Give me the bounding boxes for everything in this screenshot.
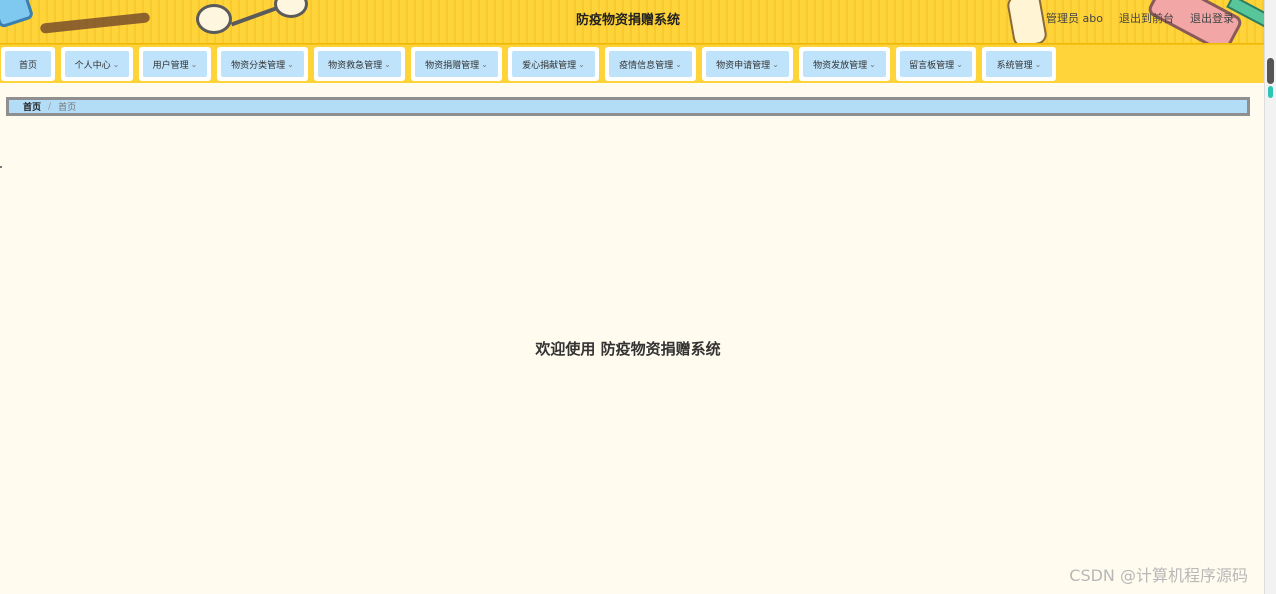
- nav-item-application-management[interactable]: 物资申请管理 ⌄: [702, 47, 793, 81]
- nav-label: 物资分类管理: [231, 60, 286, 71]
- nav-item-charity-management[interactable]: 爱心捐献管理 ⌄: [508, 47, 599, 81]
- nav-item-user-management[interactable]: 用户管理 ⌄: [139, 47, 211, 81]
- logout-link[interactable]: 退出登录: [1190, 10, 1234, 26]
- nav-label: 物资捐赠管理: [425, 60, 480, 71]
- nav-label: 系统管理: [996, 60, 1033, 71]
- vertical-scrollbar[interactable]: [1264, 0, 1276, 594]
- nav-item-epidemic-info-management[interactable]: 疫情信息管理 ⌄: [605, 47, 696, 81]
- nav-label: 首页: [18, 60, 37, 71]
- breadcrumb-separator: /: [48, 101, 52, 112]
- nav-label: 物资发放管理: [813, 60, 868, 71]
- chevron-down-icon: ⌄: [675, 59, 682, 69]
- watermark: CSDN @计算机程序源码: [1069, 566, 1248, 585]
- chevron-down-icon: ⌄: [287, 59, 294, 69]
- nav-item-donation-management[interactable]: 物资捐赠管理 ⌄: [411, 47, 502, 81]
- breadcrumb-current: 首页: [58, 103, 77, 113]
- nav-label: 物资救急管理: [328, 60, 383, 71]
- chevron-down-icon: ⌄: [578, 59, 585, 69]
- chevron-down-icon: ⌄: [1034, 59, 1042, 69]
- nav-item-distribution-management[interactable]: 物资发放管理 ⌄: [799, 47, 890, 81]
- chevron-down-icon: ⌄: [384, 59, 391, 69]
- welcome-message: 欢迎使用 防疫物资捐赠系统: [535, 340, 721, 358]
- nav-label: 爱心捐献管理: [522, 60, 577, 71]
- top-links: 管理员 abo 退出到前台 退出登录: [1046, 10, 1234, 26]
- page: 防疫物资捐赠系统 管理员 abo 退出到前台 退出登录 首页 个人中心 ⌄ 用户管…: [0, 0, 1264, 594]
- nav-label: 用户管理: [152, 60, 189, 71]
- nav-item-category-management[interactable]: 物资分类管理 ⌄: [217, 47, 308, 81]
- breadcrumb: 首页 / 首页: [6, 97, 1250, 116]
- breadcrumb-home[interactable]: 首页: [23, 100, 41, 113]
- nav-item-personal-center[interactable]: 个人中心 ⌄: [61, 47, 133, 81]
- nav-item-home[interactable]: 首页: [1, 47, 55, 81]
- chevron-down-icon: ⌄: [869, 59, 876, 69]
- scrollbar-thumb[interactable]: [1267, 58, 1274, 84]
- nav-item-emergency-management[interactable]: 物资救急管理 ⌄: [314, 47, 405, 81]
- nav-item-system-management[interactable]: 系统管理 ⌄: [982, 47, 1056, 81]
- nav-label: 个人中心: [74, 60, 111, 71]
- header: 防疫物资捐赠系统 管理员 abo 退出到前台 退出登录: [0, 0, 1264, 44]
- scrollbar-marker: [1268, 86, 1273, 98]
- nav-item-message-board-management[interactable]: 留言板管理 ⌄: [896, 47, 976, 81]
- chevron-down-icon: ⌄: [772, 59, 779, 69]
- chevron-down-icon: ⌄: [956, 59, 963, 69]
- back-to-frontend-link[interactable]: 退出到前台: [1119, 10, 1174, 26]
- nav-label: 物资申请管理: [716, 60, 771, 71]
- chevron-down-icon: ⌄: [481, 59, 488, 69]
- current-user: 管理员 abo: [1046, 12, 1103, 25]
- chevron-down-icon: ⌄: [112, 59, 120, 69]
- chevron-down-icon: ⌄: [190, 59, 198, 69]
- main-nav: 首页 个人中心 ⌄ 用户管理 ⌄ 物资分类管理 ⌄ 物资救急管理 ⌄ 物资捐赠管理 ⌄ 爱…: [0, 44, 1264, 83]
- left-edge-mark: [0, 166, 2, 168]
- nav-label: 疫情信息管理: [619, 60, 674, 71]
- nav-label: 留言板管理: [909, 60, 955, 71]
